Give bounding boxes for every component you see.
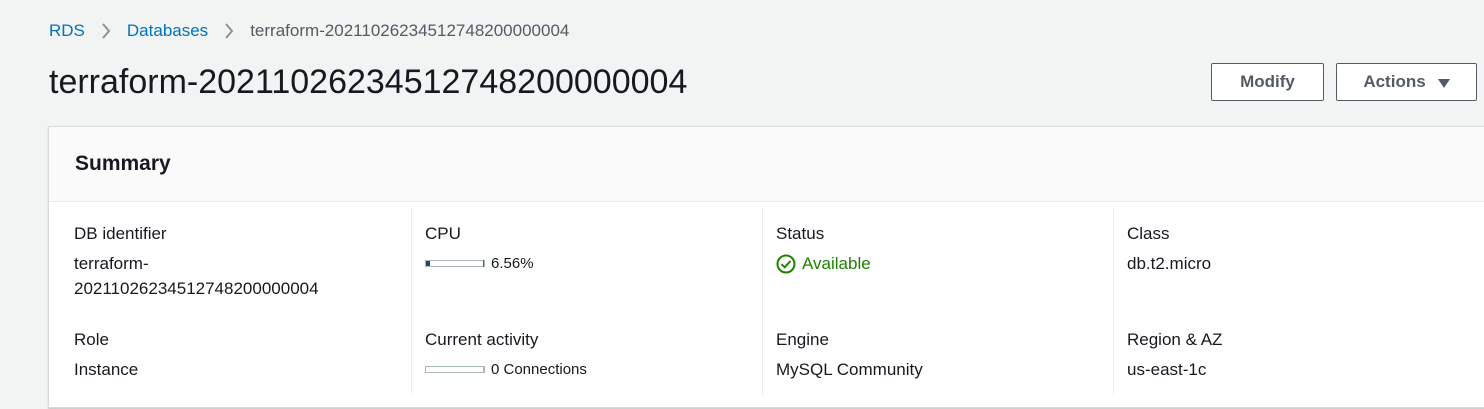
connections-meter-row: 0 Connections bbox=[425, 361, 587, 378]
modify-button[interactable]: Modify bbox=[1211, 63, 1324, 101]
region-az-value: us-east-1c bbox=[1127, 360, 1207, 379]
status-field: Status Available bbox=[776, 224, 1096, 276]
connections-meter-threshold bbox=[483, 366, 484, 373]
summary-title: Summary bbox=[75, 152, 171, 175]
summary-column-2: CPU 6.56% Current activity 0 Connections bbox=[411, 208, 763, 395]
summary-column-1: DB identifier terraform- 202110262345127… bbox=[49, 208, 400, 395]
region-az-label: Region & AZ bbox=[1127, 330, 1223, 349]
summary-grid: DB identifier terraform- 202110262345127… bbox=[49, 202, 1484, 409]
page-title: terraform-20211026234512748200000004 bbox=[49, 63, 688, 101]
cpu-label: CPU bbox=[425, 224, 461, 243]
breadcrumb-databases-link[interactable]: Databases bbox=[127, 21, 208, 41]
connections-meter bbox=[425, 366, 485, 373]
engine-field: Engine MySQL Community bbox=[776, 330, 1096, 382]
summary-header: Summary bbox=[49, 127, 1484, 202]
breadcrumb-rds-link[interactable]: RDS bbox=[49, 21, 85, 41]
db-identifier-label: DB identifier bbox=[74, 224, 167, 243]
chevron-right-icon bbox=[101, 23, 111, 39]
actions-button-label: Actions bbox=[1363, 72, 1426, 91]
role-label: Role bbox=[74, 330, 109, 349]
cpu-meter-row: 6.56% bbox=[425, 255, 534, 272]
class-field: Class db.t2.micro bbox=[1127, 224, 1447, 276]
actions-button[interactable]: Actions bbox=[1336, 63, 1477, 101]
status-value: Available bbox=[776, 251, 1096, 276]
summary-column-3: Status Available Engine MySQL Community bbox=[762, 208, 1114, 395]
class-label: Class bbox=[1127, 224, 1170, 243]
current-activity-field: Current activity 0 Connections bbox=[425, 330, 587, 378]
cpu-value: 6.56% bbox=[491, 255, 534, 272]
status-text: Available bbox=[802, 254, 871, 273]
current-activity-label: Current activity bbox=[425, 330, 539, 349]
cpu-meter bbox=[425, 260, 485, 267]
connections-value: 0 Connections bbox=[491, 361, 587, 378]
chevron-right-icon bbox=[224, 23, 234, 39]
engine-value: MySQL Community bbox=[776, 360, 923, 379]
db-identifier-value: terraform- 20211026234512748200000004 bbox=[74, 254, 319, 298]
summary-panel: Summary DB identifier terraform- 2021102… bbox=[48, 126, 1484, 408]
class-value: db.t2.micro bbox=[1127, 254, 1212, 273]
db-identifier-field: DB identifier terraform- 202110262345127… bbox=[74, 224, 394, 301]
breadcrumb: RDS Databases terraform-2021102623451274… bbox=[49, 21, 569, 41]
modify-button-label: Modify bbox=[1240, 72, 1295, 91]
cpu-meter-fill bbox=[426, 261, 430, 266]
engine-label: Engine bbox=[776, 330, 829, 349]
role-value: Instance bbox=[74, 360, 139, 379]
cpu-meter-threshold bbox=[483, 260, 484, 267]
breadcrumb-current: terraform-20211026234512748200000004 bbox=[250, 21, 570, 40]
region-az-field: Region & AZ us-east-1c bbox=[1127, 330, 1447, 382]
caret-down-icon bbox=[1437, 78, 1450, 88]
cpu-field: CPU 6.56% bbox=[425, 224, 534, 272]
summary-column-4: Class db.t2.micro Region & AZ us-east-1c bbox=[1113, 208, 1465, 395]
role-field: Role Instance bbox=[74, 330, 394, 382]
status-label: Status bbox=[776, 224, 825, 243]
check-circle-icon bbox=[776, 254, 796, 274]
